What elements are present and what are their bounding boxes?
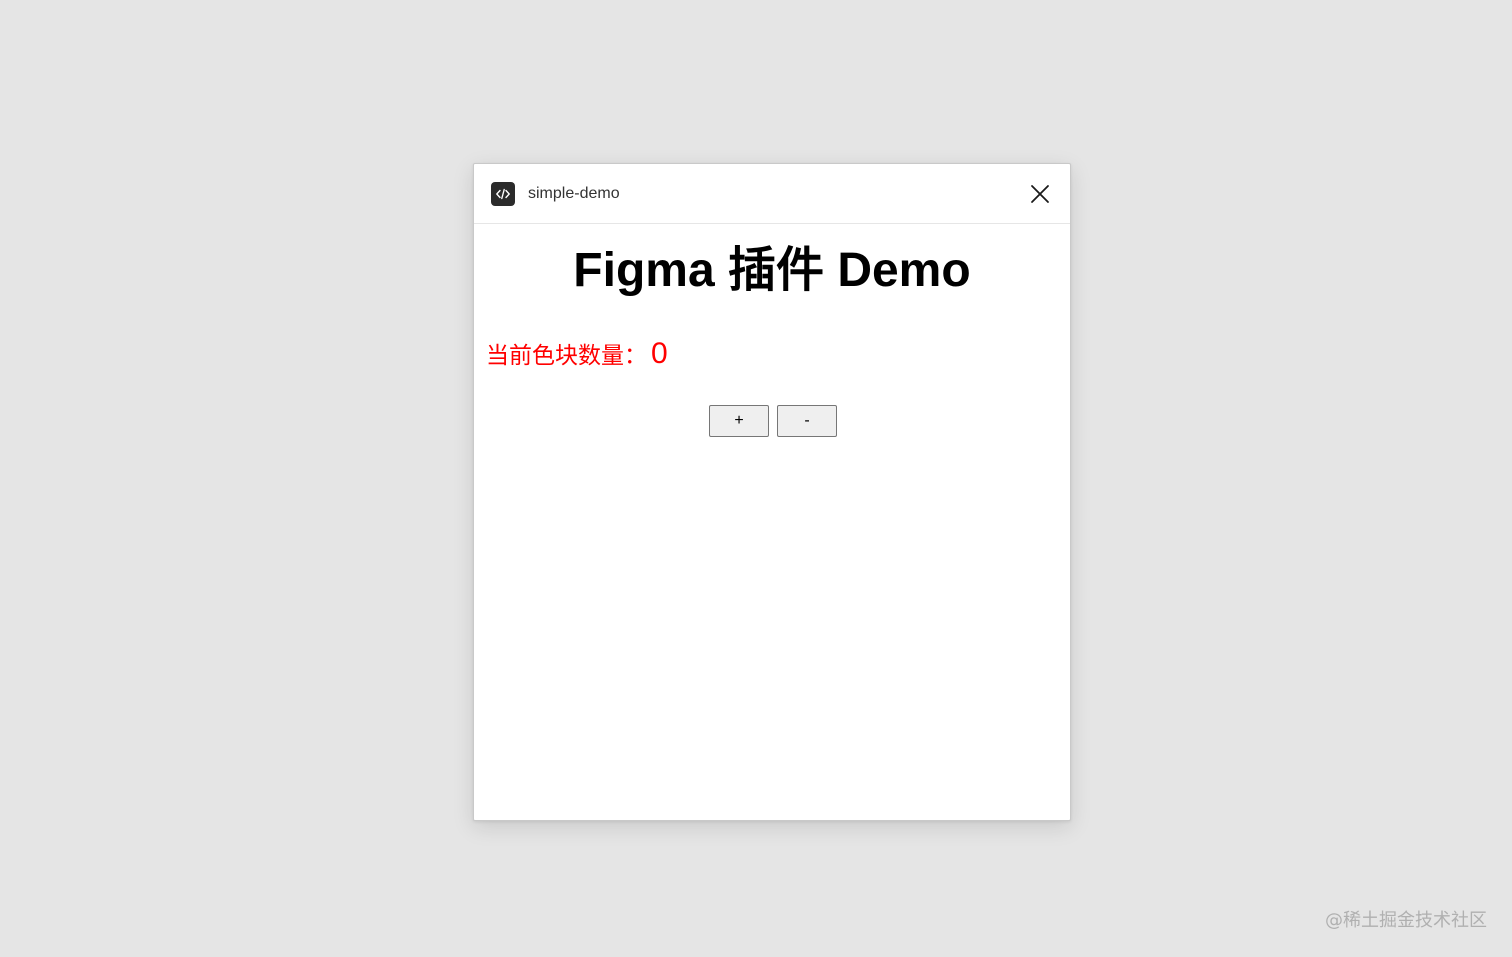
counter-value: 0 <box>651 337 668 370</box>
plugin-title: simple-demo <box>528 185 620 202</box>
close-icon <box>1031 185 1049 203</box>
canvas-background: simple-demo Figma 插件 Demo 当前色块数量： 0 + - @… <box>0 0 1512 957</box>
increment-button[interactable]: + <box>709 405 769 437</box>
block-counter: 当前色块数量： 0 <box>486 336 668 373</box>
page-heading: Figma 插件 Demo <box>573 244 971 297</box>
decrement-button[interactable]: - <box>777 405 837 437</box>
plugin-titlebar: simple-demo <box>474 164 1070 224</box>
button-group: + - <box>709 405 837 437</box>
close-button[interactable] <box>1028 182 1052 206</box>
counter-label: 当前色块数量： <box>486 342 647 368</box>
plugin-window: simple-demo Figma 插件 Demo 当前色块数量： 0 + - <box>473 163 1071 821</box>
plugin-content: Figma 插件 Demo 当前色块数量： 0 + - <box>474 224 1070 820</box>
code-icon <box>491 182 515 206</box>
watermark: @稀土掘金技术社区 <box>1325 910 1487 931</box>
